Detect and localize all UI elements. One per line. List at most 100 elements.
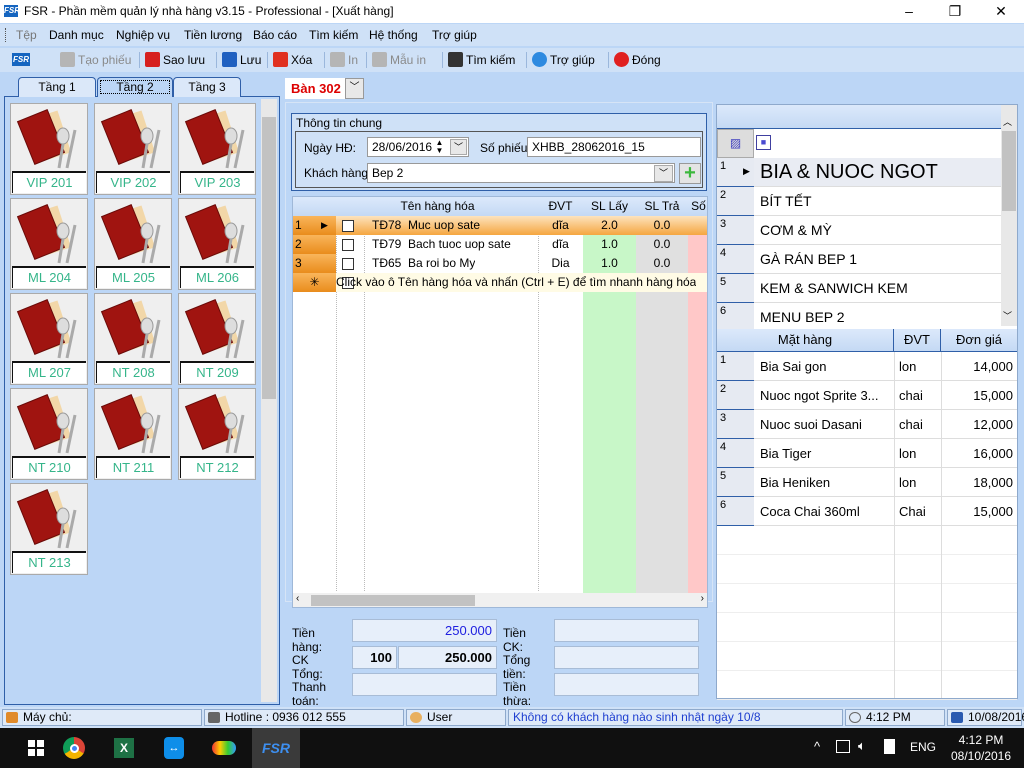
item-qty-return[interactable]: 0.0 — [636, 235, 688, 254]
close-circle-button[interactable]: Đóng — [614, 52, 661, 67]
customer-select[interactable]: Bep 2 — [367, 163, 675, 183]
fsr-icon[interactable]: FSR — [252, 728, 300, 768]
app-icon[interactable] — [204, 728, 244, 768]
table-row[interactable]: 2 TĐ79 Bach tuoc uop sate dĩa 1.0 0.0 — [293, 235, 707, 254]
menu-item[interactable]: Danh mục — [49, 28, 104, 42]
column-header-product[interactable]: Mặt hàng — [717, 329, 894, 351]
column-header-unit[interactable]: ĐVT — [538, 197, 583, 216]
table-tile[interactable]: ML 205 — [94, 198, 172, 290]
product-row[interactable]: 5 Bia Heniken lon 18,000 — [717, 468, 1017, 497]
windows-start-icon[interactable] — [16, 728, 56, 768]
category-row[interactable]: 2 BÍT TẾT — [717, 187, 1001, 216]
category-row[interactable]: 4 GÀ RÁN BEP 1 — [717, 245, 1001, 274]
payment-field[interactable] — [352, 673, 497, 696]
table-tile[interactable]: ML 204 — [10, 198, 88, 290]
order-grid-hscrollbar[interactable]: ‹ › — [293, 593, 707, 607]
table-tile[interactable]: ML 206 — [178, 198, 256, 290]
discount-percent-field[interactable]: 100 — [352, 646, 397, 669]
menu-item[interactable]: Hệ thống — [369, 28, 418, 42]
grid-options-icon[interactable]: ▨ — [717, 129, 754, 158]
floor-tab[interactable]: Tầng 3 — [173, 77, 241, 97]
product-row[interactable]: 3 Nuoc suoi Dasani chai 12,000 — [717, 410, 1017, 439]
pencil-button[interactable]: Tạo phiếu — [60, 52, 131, 67]
product-row[interactable]: 4 Bia Tiger lon 16,000 — [717, 439, 1017, 468]
item-qty-take[interactable]: 2.0 — [583, 216, 636, 235]
table-tile[interactable]: NT 211 — [94, 388, 172, 480]
table-row[interactable]: 3 TĐ65 Ba roi bo My Dia 1.0 0.0 — [293, 254, 707, 273]
date-spinner[interactable]: ▲ ▼ — [431, 139, 448, 155]
add-customer-button[interactable]: + — [679, 163, 701, 184]
column-header-number[interactable]: Số — [688, 197, 707, 216]
item-qty-return[interactable]: 0.0 — [636, 216, 688, 235]
network-icon[interactable] — [836, 740, 850, 753]
column-header-price[interactable]: Đơn giá — [941, 329, 1017, 351]
teamviewer-icon[interactable]: ↔ — [154, 728, 194, 768]
floor-tab[interactable]: Tầng 1 — [18, 77, 96, 97]
group-title: Thông tin chung — [292, 114, 706, 131]
item-qty-return[interactable]: 0.0 — [636, 254, 688, 273]
volume-icon[interactable]: 🔈︎ — [858, 738, 866, 754]
template-button[interactable]: Mẫu in — [372, 52, 426, 67]
menu-book-icon — [181, 391, 253, 455]
column-header-qty-take[interactable]: SL Lấy — [583, 197, 636, 216]
floor-tab[interactable]: Tầng 2 — [97, 77, 173, 97]
table-tile[interactable]: NT 212 — [178, 388, 256, 480]
table-row[interactable]: 1 ▶ TĐ78 Muc uop sate dĩa 2.0 0.0 — [293, 216, 707, 235]
tray-chevron-icon[interactable]: ^ — [814, 739, 820, 754]
category-scrollbar[interactable]: ︿ ﹀ — [1001, 105, 1017, 326]
product-name: Bia Sai gon — [760, 359, 827, 374]
maximize-button[interactable]: ❐ — [932, 0, 978, 23]
table-tile[interactable]: VIP 203 — [178, 103, 256, 195]
product-row[interactable]: 1 Bia Sai gon lon 14,000 — [717, 352, 1017, 381]
delete-button[interactable]: Xóa — [273, 52, 312, 67]
table-tile[interactable]: NT 208 — [94, 293, 172, 385]
new-row[interactable]: ✳ Click vào ô Tên hàng hóa và nhấn (Ctrl … — [293, 273, 707, 292]
table-tile[interactable]: NT 209 — [178, 293, 256, 385]
category-row[interactable]: 3 CƠM & MỲ — [717, 216, 1001, 245]
product-row[interactable]: 2 Nuoc ngot Sprite 3... chai 15,000 — [717, 381, 1017, 410]
slip-number-field[interactable]: XHBB_28062016_15 — [527, 137, 701, 157]
copy-button[interactable]: Sao lưu — [145, 52, 205, 67]
taskbar-clock[interactable]: 4:12 PM 08/10/2016 — [950, 732, 1012, 764]
row-checkbox[interactable] — [342, 220, 354, 232]
chrome-icon[interactable] — [54, 728, 94, 768]
excel-icon[interactable]: X — [104, 728, 144, 768]
save-button[interactable]: Lưu — [222, 52, 261, 67]
table-tile[interactable]: NT 213 — [10, 483, 88, 575]
date-dropdown-button[interactable]: ﹀ — [450, 139, 467, 155]
item-qty-take[interactable]: 1.0 — [583, 254, 636, 273]
table-panel-scrollbar[interactable] — [261, 99, 277, 702]
menu-item[interactable]: Tiền lương — [184, 28, 242, 42]
row-checkbox[interactable] — [342, 258, 354, 270]
menu-item[interactable]: Nghiệp vụ — [116, 28, 170, 42]
menu-item[interactable]: Tìm kiếm — [309, 28, 358, 42]
table-tile[interactable]: ML 207 — [10, 293, 88, 385]
table-dropdown-button[interactable]: ﹀ — [345, 78, 364, 99]
fsr-logo-icon[interactable]: FSR — [12, 53, 30, 66]
toolbar-separator — [442, 52, 443, 68]
help-button[interactable]: Trợ giúp — [532, 52, 595, 67]
customer-dropdown-button[interactable]: ﹀ — [654, 165, 673, 182]
notification-icon[interactable] — [884, 739, 895, 754]
category-row[interactable]: 5 KEM & SANWICH KEM — [717, 274, 1001, 303]
binoculars-button[interactable]: Tìm kiếm — [448, 52, 515, 67]
menu-item[interactable]: Tệp — [16, 28, 37, 42]
menu-item[interactable]: Báo cáo — [253, 28, 297, 42]
print-button[interactable]: In — [330, 52, 358, 67]
close-button[interactable]: ✕ — [978, 0, 1024, 23]
item-qty-take[interactable]: 1.0 — [583, 235, 636, 254]
product-row[interactable]: 6 Coca Chai 360ml Chai 15,000 — [717, 497, 1017, 526]
minimize-button[interactable]: – — [886, 0, 932, 23]
table-tile[interactable]: NT 210 — [10, 388, 88, 480]
column-header-product-unit[interactable]: ĐVT — [894, 329, 941, 351]
column-header-qty-return[interactable]: SL Trả — [636, 197, 688, 216]
category-row[interactable]: 1 ▶ BIA & NUOC NGOT — [717, 158, 1001, 187]
table-tile[interactable]: VIP 202 — [94, 103, 172, 195]
delete-icon — [273, 52, 288, 67]
table-tile[interactable]: VIP 201 — [10, 103, 88, 195]
category-row[interactable]: 6 MENU BEP 2 — [717, 303, 1001, 332]
menu-item[interactable]: Trợ giúp — [432, 28, 477, 42]
row-checkbox[interactable] — [342, 239, 354, 251]
select-all-icon[interactable]: ■ — [756, 135, 771, 150]
language-indicator[interactable]: ENG — [910, 740, 936, 754]
